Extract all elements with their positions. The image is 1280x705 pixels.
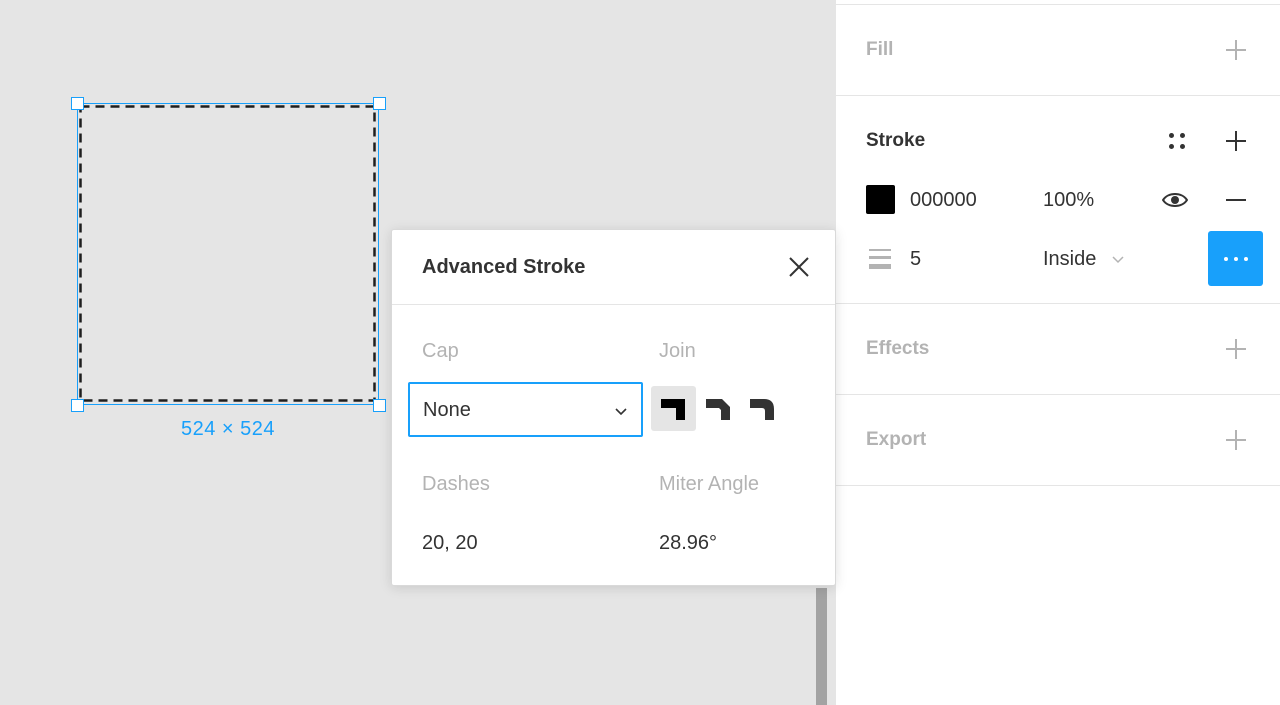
advanced-stroke-button[interactable] [1208, 231, 1263, 286]
dashes-input[interactable]: 20, 20 [422, 532, 478, 555]
stroke-weight-icon [869, 249, 891, 271]
stroke-weight-input[interactable]: 5 [910, 248, 921, 271]
add-stroke-icon[interactable] [1226, 131, 1246, 151]
chevron-down-icon [615, 408, 627, 416]
effects-title: Effects [866, 338, 930, 359]
cap-label: Cap [422, 340, 459, 362]
style-grid-icon[interactable] [1167, 131, 1187, 151]
export-section: Export [836, 395, 1280, 486]
resize-handle-bottom-left[interactable] [71, 399, 84, 412]
miter-join-glyph [661, 399, 685, 420]
stroke-title: Stroke [866, 130, 926, 151]
effects-section: Effects [836, 304, 1280, 395]
miter-angle-input[interactable]: 28.96° [659, 532, 717, 555]
miter-angle-label: Miter Angle [659, 473, 760, 495]
eye-icon[interactable] [1162, 190, 1188, 210]
selected-frame[interactable] [77, 103, 379, 405]
add-effect-icon[interactable] [1226, 339, 1246, 359]
remove-stroke-icon[interactable] [1226, 199, 1246, 201]
export-title: Export [866, 429, 927, 450]
canvas-scrollbar[interactable] [816, 588, 827, 705]
properties-panel: Fill Stroke 000000 100% 5 Inside Effects… [836, 0, 1280, 705]
advanced-stroke-popup: Advanced Stroke Cap Join None Dashes Mit… [391, 229, 836, 586]
cap-select-value: None [423, 399, 471, 421]
dashed-stroke [79, 105, 376, 402]
stroke-color-hex[interactable]: 000000 [910, 189, 977, 212]
popup-header: Advanced Stroke [392, 230, 835, 305]
add-export-icon[interactable] [1226, 430, 1246, 450]
join-label: Join [659, 340, 696, 362]
chevron-down-icon[interactable] [1112, 254, 1124, 264]
close-icon[interactable] [788, 256, 810, 278]
stroke-color-swatch[interactable] [866, 185, 895, 214]
resize-handle-bottom-right[interactable] [373, 399, 386, 412]
round-join-icon[interactable] [740, 386, 785, 431]
popup-title: Advanced Stroke [422, 256, 586, 278]
resize-handle-top-right[interactable] [373, 97, 386, 110]
dimension-label: 524 × 524 [180, 418, 276, 440]
resize-handle-top-left[interactable] [71, 97, 84, 110]
miter-join-icon[interactable] [651, 386, 696, 431]
fill-section: Fill [836, 5, 1280, 96]
fill-title: Fill [866, 39, 894, 60]
stroke-opacity[interactable]: 100% [1043, 189, 1094, 212]
dashes-label: Dashes [422, 473, 490, 495]
stroke-position-select[interactable]: Inside [1043, 248, 1096, 271]
round-join-glyph [750, 399, 774, 420]
bevel-join-icon[interactable] [696, 386, 741, 431]
bevel-join-glyph [706, 399, 730, 420]
cap-select[interactable]: None [408, 382, 643, 437]
add-fill-icon[interactable] [1226, 40, 1246, 60]
